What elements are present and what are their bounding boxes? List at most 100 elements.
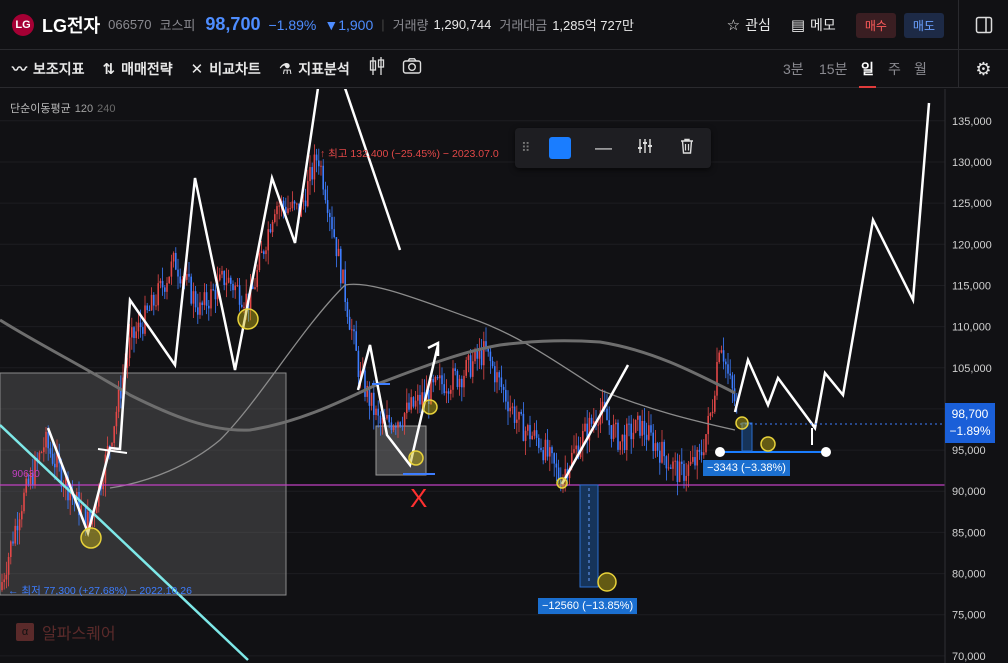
y-tick-label: 105,000 — [952, 363, 992, 375]
candle-body — [397, 422, 399, 428]
candle-body — [639, 415, 641, 436]
candle-body — [177, 269, 179, 277]
y-tick-label: 115,000 — [952, 280, 991, 292]
candle-body — [689, 461, 692, 465]
timeframe-week[interactable]: 주 — [888, 50, 901, 88]
interest-button[interactable]: ☆ 관심 — [727, 15, 771, 35]
candle-body — [223, 270, 225, 286]
buy-button[interactable]: 매수 — [855, 12, 896, 38]
candle-body — [276, 206, 278, 215]
y-tick-label: 125,000 — [952, 198, 992, 210]
drag-handle-icon[interactable]: ⠿ — [521, 140, 533, 156]
candle-body — [150, 294, 153, 311]
candle-body — [491, 361, 494, 367]
candle-body — [650, 425, 652, 433]
candle-body — [725, 361, 727, 365]
candle-body — [155, 305, 157, 307]
side-panel-icon[interactable] — [958, 0, 1008, 50]
candle-body — [729, 373, 731, 376]
candle-body — [164, 287, 166, 292]
candle-body — [727, 364, 729, 374]
candle-body — [203, 292, 206, 305]
candle-body — [95, 506, 98, 514]
compare-button[interactable]: ✕ 비교차트 — [191, 59, 261, 79]
alphasquare-watermark: α 알파스퀘어 — [16, 620, 116, 644]
trash-icon[interactable] — [678, 137, 696, 160]
handle-left[interactable] — [715, 447, 725, 457]
candle-body — [291, 201, 294, 209]
candle-body — [166, 283, 168, 292]
candle-body — [16, 525, 19, 531]
candle-body — [511, 406, 514, 408]
candle-body — [135, 331, 137, 339]
candle-body — [434, 376, 437, 383]
color-picker-button[interactable] — [549, 137, 571, 159]
candle-body — [608, 420, 610, 426]
y-tick-label: 130,000 — [952, 157, 992, 169]
camera-icon[interactable] — [402, 57, 422, 80]
candle-body — [307, 181, 309, 207]
candle-body — [324, 189, 327, 201]
lg-logo-icon: LG — [12, 13, 34, 36]
drawing-toolbar: ⠿ — — [515, 128, 711, 168]
last-price-tag: 98,700 −1.89% — [945, 403, 995, 443]
strategy-button[interactable]: ⇅ 매매전략 — [103, 59, 173, 79]
y-tick-label: 120,000 — [952, 239, 992, 251]
line-style-icon[interactable]: — — [595, 138, 612, 158]
timeframe-3min[interactable]: 3분 — [783, 50, 804, 88]
candle-body — [188, 273, 190, 277]
marker-circle — [597, 572, 617, 592]
candle-body — [410, 397, 412, 410]
candle-body — [390, 422, 393, 430]
low-annotation: ← 최저 77,300 (+27.68%) − 2022.10.26 — [8, 585, 192, 597]
timeframe-15min[interactable]: 15분 — [819, 50, 847, 88]
indicator-button[interactable]: 〰 보조지표 — [12, 58, 85, 79]
candle-body — [23, 492, 25, 512]
candle-body — [573, 449, 575, 453]
candle-body — [520, 411, 522, 414]
candle-body — [531, 435, 533, 440]
candle-body — [463, 375, 465, 388]
adjust-sliders-icon[interactable] — [636, 137, 654, 160]
candle-body — [342, 269, 344, 284]
sell-button[interactable]: 매도 — [903, 12, 944, 38]
drawn-wave-right[interactable] — [733, 102, 931, 432]
candle-body — [54, 463, 56, 468]
candle-body — [133, 327, 135, 339]
candle-body — [527, 425, 529, 431]
candle-body — [555, 463, 558, 468]
candle-body — [142, 327, 144, 334]
candle-body — [346, 301, 349, 317]
candle-body — [711, 411, 714, 414]
handle-right[interactable] — [821, 447, 831, 457]
candle-body — [626, 423, 628, 450]
candle-body — [256, 270, 258, 288]
candle-body — [553, 453, 555, 464]
timeframe-month[interactable]: 월 — [914, 50, 927, 88]
candle-body — [714, 395, 716, 412]
analysis-button[interactable]: ⚗ 지표분석 — [279, 59, 350, 79]
price-chart[interactable]: X ↑ 최고 132,400 (−25.45%) − 2023.07.0 ← 최… — [0, 89, 1008, 663]
memo-button[interactable]: ▤ 메모 — [791, 15, 836, 35]
candle-body — [159, 280, 162, 284]
stock-header: LG LG전자 066570 코스피 98,700 −1.89% ▼1,900 … — [0, 0, 1008, 50]
indicator-icon: 〰 — [12, 61, 28, 78]
stock-name[interactable]: LG전자 — [42, 12, 100, 38]
candle-body — [419, 394, 421, 405]
drawn-wave-top[interactable] — [344, 89, 402, 251]
candle-body — [575, 445, 577, 450]
candle-body — [227, 277, 230, 283]
candle-body — [659, 450, 661, 463]
settings-gear-icon[interactable]: ⚙ — [958, 50, 1008, 88]
candle-body — [329, 212, 331, 218]
candle-body — [538, 437, 540, 448]
candle-body — [606, 408, 608, 421]
candle-body — [597, 424, 599, 426]
candle-type-icon[interactable] — [368, 56, 386, 81]
candle-body — [535, 430, 538, 438]
candle-body — [210, 289, 212, 309]
candle-body — [357, 350, 360, 377]
timeframe-day[interactable]: 일 — [859, 50, 876, 88]
ma-legend[interactable]: 단순이동평균 120 240 — [10, 100, 115, 116]
candle-body — [518, 411, 520, 420]
